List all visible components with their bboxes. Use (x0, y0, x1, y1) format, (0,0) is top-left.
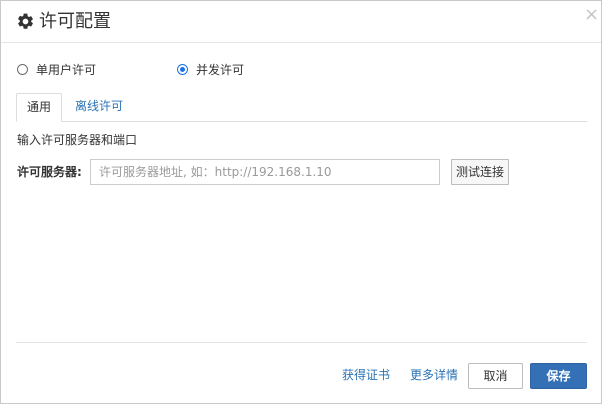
close-icon[interactable]: × (584, 5, 599, 25)
save-button[interactable]: 保存 (530, 363, 587, 389)
dialog-header: 许可配置 × (1, 1, 601, 43)
radio-label-single-user: 单用户许可 (36, 62, 97, 77)
tab-general[interactable]: 通用 (16, 93, 63, 122)
gear-icon (18, 13, 33, 29)
radio-unchecked-icon[interactable] (17, 63, 28, 75)
tab-offline-license[interactable]: 离线许可 (65, 93, 133, 121)
radio-checked-icon[interactable] (177, 63, 188, 75)
footer-divider (16, 342, 587, 343)
more-details-link[interactable]: 更多详情 (410, 367, 458, 383)
dialog-title: 许可配置 (39, 11, 111, 32)
radio-single-user-license[interactable]: 单用户许可 (17, 59, 96, 79)
radio-label-concurrent: 并发许可 (196, 62, 245, 77)
cancel-button[interactable]: 取消 (468, 363, 523, 389)
tab-bar: 通用 离线许可 (16, 93, 587, 122)
test-connection-button[interactable]: 测试连接 (451, 159, 509, 185)
server-field-label: 许可服务器: (17, 165, 82, 179)
license-server-input[interactable] (90, 159, 440, 185)
radio-concurrent-license[interactable]: 并发许可 (177, 59, 244, 79)
get-certificate-link[interactable]: 获得证书 (342, 367, 390, 383)
license-config-dialog: 许可配置 × 单用户许可 并发许可 通用 离线许可 输入许可服务器和端口 许可服… (0, 0, 602, 404)
server-hint-text: 输入许可服务器和端口 (17, 133, 138, 147)
